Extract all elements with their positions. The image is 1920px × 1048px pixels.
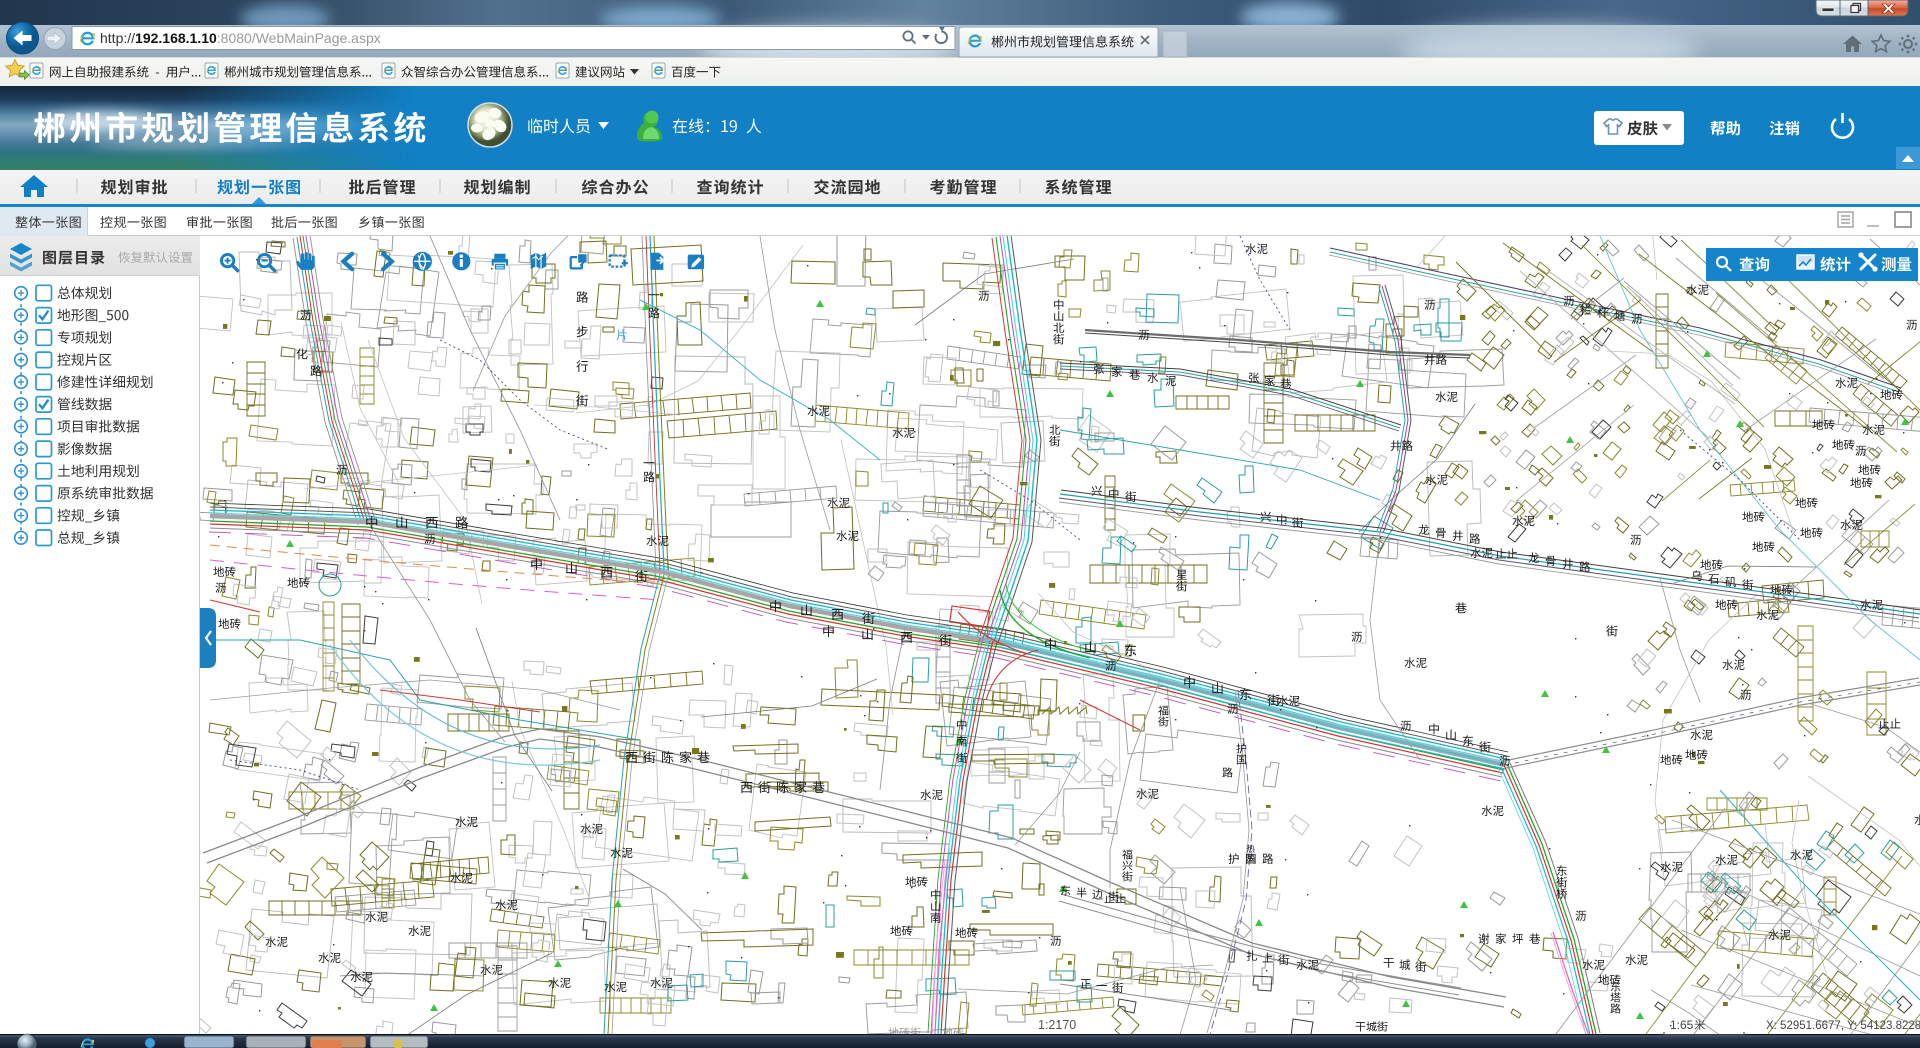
svg-text:http://192.168.1.10:8080/WebMa: http://192.168.1.10:8080/WebMainPage.asp… bbox=[100, 30, 381, 46]
svg-text:1:65: 1:65 bbox=[1670, 1018, 1694, 1032]
svg-text:X: 52951.6677, Y: 54123.8228: X: 52951.6677, Y: 54123.8228 bbox=[1766, 1020, 1920, 1032]
svg-text:1:2170: 1:2170 bbox=[1038, 1018, 1076, 1032]
